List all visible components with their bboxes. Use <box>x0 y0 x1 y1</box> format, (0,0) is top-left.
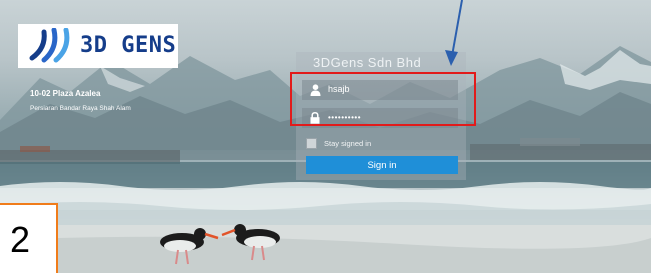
stay-signed-in-label: Stay signed in <box>324 139 372 148</box>
oystercatcher-birds <box>160 224 280 265</box>
logo-text: 3D GENS <box>80 33 177 58</box>
logo-swoosh-icon <box>29 28 70 63</box>
step-number: 2 <box>10 219 31 260</box>
credentials-highlight-box <box>290 72 476 126</box>
company-name: 3DGens Sdn Bhd <box>313 55 422 70</box>
address-line-2: Persiaran Bandar Raya Shah Alam <box>30 105 131 112</box>
sign-in-button[interactable]: Sign in <box>306 156 458 174</box>
company-logo: 3D GENS <box>18 24 178 68</box>
step-number-box: 2 <box>0 203 58 273</box>
stay-signed-in-checkbox[interactable] <box>306 138 317 149</box>
login-screen: 3D GENS 10-02 Plaza Azalea Persiaran Ban… <box>0 0 651 273</box>
address-line-1: 10-02 Plaza Azalea <box>30 89 101 98</box>
arrow-icon <box>445 0 463 66</box>
